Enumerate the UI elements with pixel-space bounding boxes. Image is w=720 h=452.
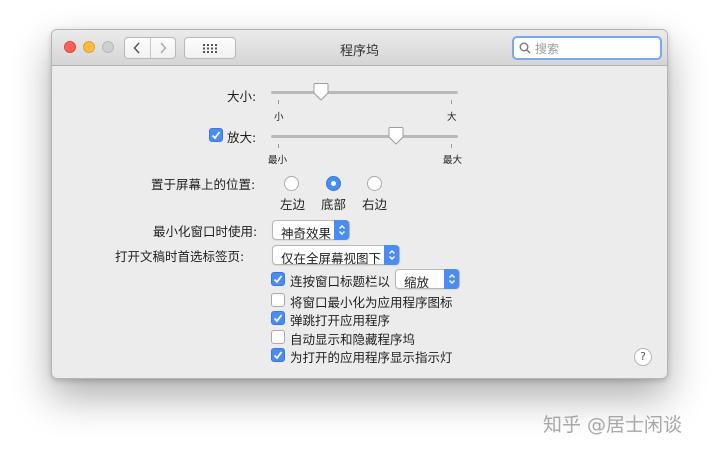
position-bottom-radio[interactable] [326, 176, 341, 191]
magnification-slider-thumb[interactable] [388, 127, 404, 145]
magnification-min-tick [278, 144, 279, 148]
checkmark-icon [273, 275, 283, 284]
magnification-slider-track[interactable] [271, 135, 458, 138]
titlebar: 程序坞 搜索 [52, 30, 667, 66]
position-right-label: 右边 [362, 197, 388, 212]
magnification-checkbox[interactable] [209, 128, 223, 142]
position-left-radio[interactable] [284, 176, 299, 191]
autohide-label: 自动显示和隐藏程序坞 [290, 332, 416, 347]
search-field[interactable]: 搜索 [512, 36, 662, 60]
popup-arrows-icon [444, 269, 459, 289]
double-click-checkbox[interactable] [271, 272, 285, 286]
checkmark-icon [273, 351, 283, 360]
search-placeholder: 搜索 [535, 41, 560, 56]
magnification-label: 放大: [227, 130, 257, 145]
position-right-radio[interactable] [367, 176, 382, 191]
size-min-tick [278, 100, 279, 104]
size-min-label: 小 [274, 112, 284, 123]
double-click-action-value: 缩放 [404, 275, 430, 290]
size-max-tick [451, 100, 452, 104]
double-click-action-popup[interactable]: 缩放 [395, 269, 460, 290]
popup-arrows-icon [334, 220, 349, 240]
size-slider-thumb[interactable] [313, 83, 329, 101]
minimize-effect-value: 神奇效果 [281, 226, 332, 241]
magnification-max-label: 最大 [443, 155, 463, 166]
prefer-tabs-label: 打开文稿时首选标签页: [115, 249, 245, 264]
help-icon: ? [640, 350, 646, 363]
double-click-label: 连按窗口标题栏以 [290, 274, 391, 289]
checkmark-icon [211, 131, 221, 140]
size-slider-track[interactable] [271, 91, 458, 94]
size-max-label: 大 [447, 112, 457, 123]
minimize-effect-label: 最小化窗口时使用: [153, 224, 258, 239]
animate-opening-checkbox[interactable] [271, 311, 285, 325]
magnification-min-label: 最小 [268, 155, 288, 166]
animate-opening-label: 弹跳打开应用程序 [290, 313, 391, 328]
show-indicators-label: 为打开的应用程序显示指示灯 [290, 350, 453, 365]
prefer-tabs-value: 仅在全屏幕视图下 [281, 251, 382, 266]
position-label: 置于屏幕上的位置: [151, 177, 256, 192]
checkmark-icon [273, 314, 283, 323]
minimize-into-app-checkbox[interactable] [271, 293, 285, 307]
help-button[interactable]: ? [634, 348, 652, 366]
position-bottom-label: 底部 [321, 197, 347, 212]
popup-arrows-icon [384, 245, 399, 265]
search-icon [519, 42, 531, 54]
autohide-checkbox[interactable] [271, 330, 285, 344]
minimize-into-app-label: 将窗口最小化为应用程序图标 [290, 295, 453, 310]
size-label: 大小: [227, 89, 257, 104]
minimize-effect-popup[interactable]: 神奇效果 [272, 220, 350, 241]
watermark: 知乎 @居士闲谈 [543, 414, 683, 436]
show-indicators-checkbox[interactable] [271, 348, 285, 362]
position-left-label: 左边 [280, 197, 306, 212]
prefer-tabs-popup[interactable]: 仅在全屏幕视图下 [272, 245, 400, 266]
dock-preferences-window: 程序坞 搜索 大小: 小 大 放大: 最小 最大 置于屏幕上的位置: 左边 底部… [51, 29, 668, 379]
magnification-max-tick [451, 144, 452, 148]
